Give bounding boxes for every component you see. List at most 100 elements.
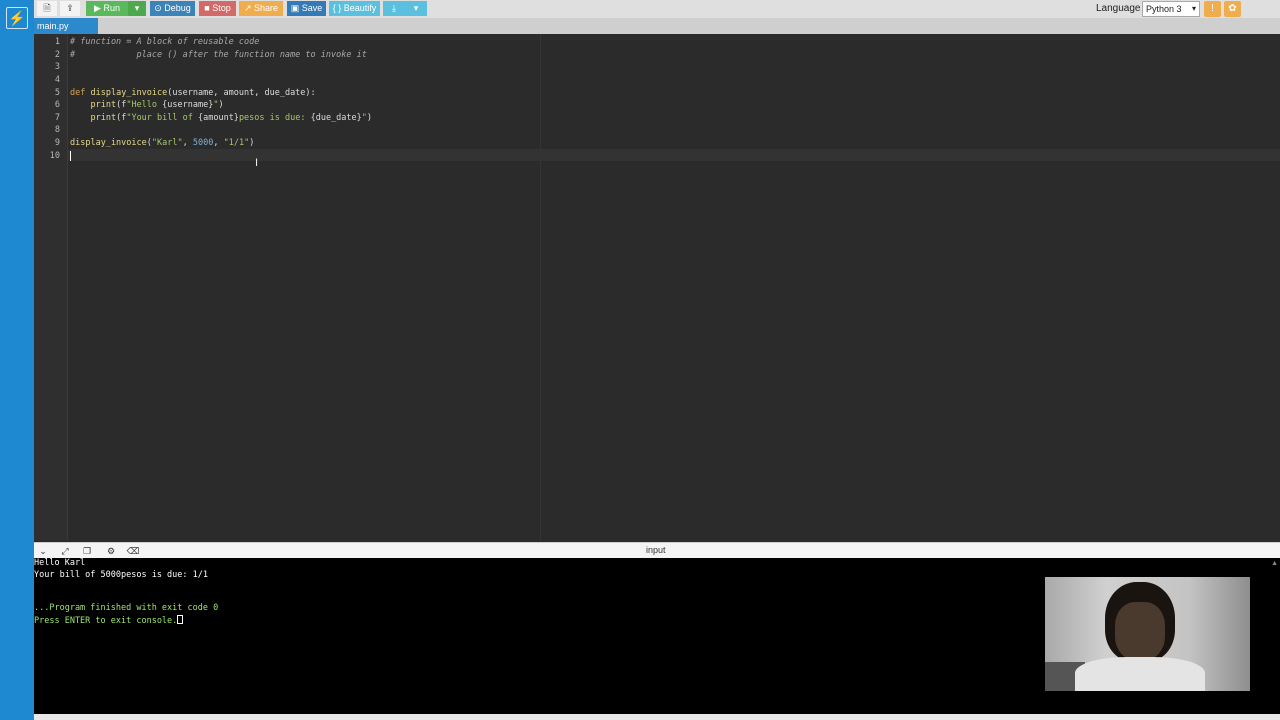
- chevron-down-icon: ▾: [134, 3, 140, 13]
- settings-button[interactable]: ✿: [1224, 1, 1241, 17]
- scroll-up-arrow-icon[interactable]: ▲: [1271, 560, 1278, 567]
- console-prompt-line: Press ENTER to exit console.: [34, 615, 184, 626]
- line-number-gutter: 1 2 3 4 5 6 7 8 9 10: [34, 34, 68, 540]
- string: "Your bill of: [126, 113, 198, 123]
- language-label: Language: [1096, 3, 1141, 14]
- lightning-logo-icon[interactable]: ⚡: [6, 7, 28, 29]
- console-settings-button[interactable]: ⚙: [104, 544, 118, 558]
- trash-icon: ⌫: [126, 546, 140, 556]
- webcam-person-face: [1115, 602, 1165, 660]
- console-prompt-text: Press ENTER to exit console.: [34, 616, 178, 626]
- save-button[interactable]: ▣ Save: [287, 1, 326, 16]
- fstring-expr: {amount}: [197, 113, 239, 123]
- share-button[interactable]: ↗ Share: [239, 1, 283, 16]
- download-button[interactable]: ⤓: [383, 1, 405, 16]
- gear-icon: ⚙: [106, 546, 116, 556]
- console-line: Your bill of 5000pesos is due: 1/1: [34, 570, 208, 580]
- chevron-down-icon: ▾: [1191, 4, 1196, 13]
- debug-label: Debug: [164, 3, 191, 13]
- expand-icon: ⤢: [61, 546, 69, 556]
- console-line: Hello Karl: [34, 558, 86, 568]
- punct: ): [218, 100, 224, 110]
- new-file-button[interactable]: 🗎: [37, 1, 57, 16]
- params: (username, amount, due_date):: [167, 88, 316, 98]
- line-number: 10: [49, 151, 60, 161]
- keyword: def: [70, 88, 86, 98]
- console-toolbar: ⌄ ⤢ ❐ ⚙ ⌫ input: [34, 542, 1280, 558]
- file-tab-strip: main.py: [34, 18, 1280, 34]
- save-label: Save: [301, 3, 323, 13]
- line-number: 7: [54, 113, 60, 123]
- info-button[interactable]: !: [1204, 1, 1221, 17]
- print-margin: [540, 34, 541, 540]
- number: 5000: [192, 138, 214, 148]
- bottom-scroll-bar[interactable]: [34, 714, 1280, 720]
- console-line: ...Program finished with exit code 0: [34, 603, 219, 613]
- chevron-down-icon: ▾: [413, 3, 419, 13]
- clear-button[interactable]: ⌫: [126, 544, 140, 558]
- run-dropdown-button[interactable]: ▾: [128, 1, 146, 16]
- language-select[interactable]: Python 3 ▾: [1142, 1, 1200, 17]
- punct: (f: [116, 100, 127, 110]
- function-name: print: [90, 113, 117, 123]
- info-icon: !: [1211, 3, 1214, 14]
- code-line-2: # place () after the function name to in…: [70, 50, 367, 60]
- file-icon: 🗎: [43, 3, 51, 13]
- floppy-icon: ▣: [290, 3, 302, 13]
- upload-icon: ⇪: [66, 3, 74, 13]
- share-label: Share: [254, 3, 279, 13]
- ibeam-cursor-icon: I: [255, 157, 259, 169]
- line-number: 6: [54, 100, 60, 110]
- code-line-5: def display_invoice(username, amount, du…: [70, 88, 316, 98]
- text-cursor: [70, 151, 71, 161]
- function-name: print: [90, 100, 117, 110]
- download-dropdown-button[interactable]: ▾: [405, 1, 427, 16]
- comment: # place () after the function name to in…: [70, 50, 367, 60]
- expand-button[interactable]: ⤢: [58, 544, 72, 558]
- webcam-overlay: [1045, 577, 1250, 691]
- tab-main-py[interactable]: main.py: [34, 18, 98, 34]
- string: "1/1": [223, 138, 250, 148]
- fstring-expr: {username}: [162, 100, 214, 110]
- debug-button[interactable]: ⊙ Debug: [150, 1, 195, 16]
- line-number: 3: [54, 62, 60, 72]
- line-number: 8: [54, 125, 60, 135]
- upload-button[interactable]: ⇪: [60, 1, 80, 16]
- collapse-button[interactable]: ⌄: [36, 544, 50, 558]
- line-number: 4: [54, 75, 60, 85]
- code-line-1: # function = A block of reusable code: [70, 37, 259, 47]
- active-line-highlight: [68, 149, 1280, 161]
- stop-button[interactable]: ■ Stop: [199, 1, 236, 16]
- stop-icon: ■: [204, 3, 213, 13]
- chevron-down-icon: ⌄: [39, 546, 47, 556]
- toolbar: 🗎 ⇪ ▶ Run ▾ ⊙ Debug ■ Stop ↗ Share ▣ Sav…: [34, 0, 1280, 18]
- punct: ): [249, 138, 255, 148]
- left-rail: ⚡: [0, 0, 34, 720]
- webcam-person-body: [1075, 657, 1205, 691]
- comment: # function = A block of reusable code: [70, 37, 260, 47]
- line-number: 1: [54, 37, 60, 47]
- line-number: 2: [54, 50, 60, 60]
- line-number: 9: [54, 138, 60, 148]
- string: pesos is due:: [238, 113, 311, 123]
- copy-icon: ❐: [82, 546, 92, 556]
- line-number: 5: [54, 88, 60, 98]
- run-button[interactable]: ▶ Run: [86, 1, 128, 16]
- function-name: display_invoice: [70, 138, 147, 148]
- download-icon: ⤓: [392, 3, 396, 13]
- punct: ,: [213, 138, 224, 148]
- copy-button[interactable]: ❐: [80, 544, 94, 558]
- punct: ): [366, 113, 373, 123]
- code-line-7: print(f"Your bill of {amount}pesos is du…: [70, 113, 372, 123]
- function-name: display_invoice: [90, 88, 168, 98]
- code-line-6: print(f"Hello {username}"): [70, 100, 224, 110]
- console-cursor: [177, 615, 184, 624]
- language-value: Python 3: [1146, 4, 1182, 14]
- punct: ,: [182, 138, 193, 148]
- gear-icon: ✿: [1228, 3, 1237, 14]
- stop-label: Stop: [212, 3, 231, 13]
- code-editor[interactable]: 1 2 3 4 5 6 7 8 9 10 # function = A bloc…: [34, 34, 1280, 540]
- beautify-button[interactable]: { } Beautify: [329, 1, 380, 16]
- string: "Hello: [126, 100, 163, 110]
- run-label: Run: [103, 3, 120, 13]
